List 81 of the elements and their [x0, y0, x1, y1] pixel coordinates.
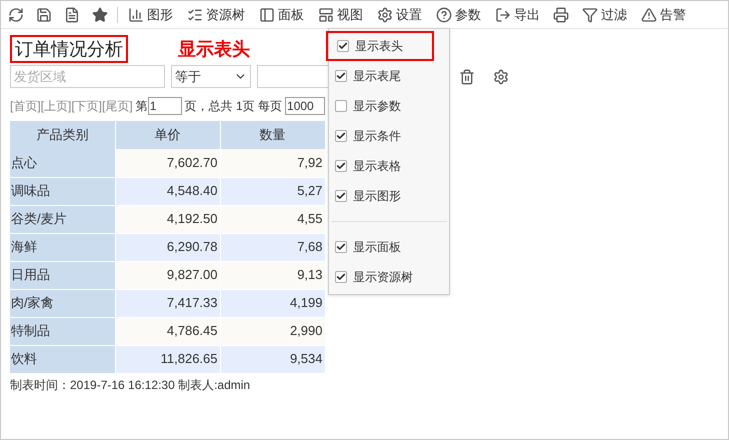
table-cell: 点心	[10, 149, 115, 177]
menu-item[interactable]: 显示参数	[329, 91, 449, 121]
help-icon	[436, 6, 452, 22]
column-header: 产品类别	[10, 121, 115, 149]
table-cell: 海鲜	[10, 233, 115, 261]
column-header: 数量	[220, 121, 325, 149]
menu-item[interactable]: 显示表格	[329, 151, 449, 181]
pager-link[interactable]: [尾页]	[102, 97, 133, 115]
table-cell: 9,13	[220, 261, 325, 289]
column-header: 单价	[115, 121, 220, 149]
table-cell: 调味品	[10, 177, 115, 205]
table-cell: 11,826.65	[115, 345, 220, 373]
delete-icon[interactable]	[459, 68, 475, 84]
toolbar-button[interactable]: 设置	[373, 4, 426, 24]
page-label: 第	[136, 98, 148, 115]
operator-dropdown[interactable]: 等于	[171, 65, 251, 88]
toolbar-button[interactable]: 资源树	[183, 4, 249, 24]
alert-icon	[641, 6, 657, 22]
export-icon	[495, 6, 511, 22]
bar-chart-icon	[128, 6, 144, 22]
checkbox[interactable]	[335, 160, 347, 172]
table-cell: 9,534	[220, 345, 325, 373]
per-page-field[interactable]: 1000	[285, 97, 326, 115]
table-cell: 4,192.50	[115, 205, 220, 233]
panel-icon	[259, 6, 275, 22]
table-cell: 7,92	[220, 149, 325, 177]
table-cell: 谷类/麦片	[10, 205, 115, 233]
toolbar-button[interactable]: 过滤	[578, 4, 631, 24]
menu-item[interactable]: 显示条件	[329, 121, 449, 151]
menu-item[interactable]: 显示表头	[326, 31, 434, 61]
page-total: 页，总共 1页 每页	[184, 98, 282, 115]
checkbox[interactable]	[335, 271, 347, 283]
table-cell: 5,27	[220, 177, 325, 205]
document-icon	[64, 6, 80, 22]
table-cell: 6,290.78	[115, 233, 220, 261]
printer-icon	[553, 6, 569, 22]
table-cell: 4,548.40	[115, 177, 220, 205]
table-cell: 4,55	[220, 205, 325, 233]
page-field[interactable]: 1	[148, 97, 182, 115]
toolbar-button[interactable]: 导出	[491, 4, 544, 24]
table-cell: 2,990	[220, 317, 325, 345]
menu-item[interactable]: 显示面板	[329, 232, 449, 262]
table-cell: 肉/家禽	[10, 289, 115, 317]
annotation: 显示表头	[178, 38, 250, 60]
checkbox[interactable]	[337, 40, 349, 52]
checkbox[interactable]	[335, 130, 347, 142]
checkbox[interactable]	[335, 70, 347, 82]
report-title: 订单情况分析	[10, 35, 128, 63]
layout-icon	[318, 6, 334, 22]
pager-link[interactable]: [上页]	[40, 97, 72, 115]
table-cell: 日用品	[10, 261, 115, 289]
table-cell: 7,417.33	[115, 289, 220, 317]
checklist-icon	[187, 6, 203, 22]
checkbox[interactable]	[335, 241, 347, 253]
checkbox[interactable]	[335, 190, 347, 202]
toolbar-button[interactable]: 参数	[432, 4, 485, 24]
toolbar-button[interactable]: 面板	[255, 4, 308, 24]
refresh-icon	[8, 6, 24, 22]
table-cell: 4,786.45	[115, 317, 220, 345]
table-cell: 7,602.70	[115, 149, 220, 177]
save-icon	[36, 6, 52, 22]
filter-icon	[582, 6, 598, 22]
table-cell: 9,827.00	[115, 261, 220, 289]
settings-icon	[377, 6, 393, 22]
table-cell: 4,199	[220, 289, 325, 317]
menu-item[interactable]: 显示图形	[329, 181, 449, 211]
toolbar-button[interactable]: 图形	[124, 4, 177, 24]
menu-item[interactable]: 显示表尾	[329, 61, 449, 91]
table-cell: 特制品	[10, 317, 115, 345]
menu-item[interactable]: 显示资源树	[329, 262, 449, 292]
filter-field[interactable]: 发货区域	[10, 65, 165, 88]
footer-text: 制表时间：2019-7-16 16:12:30 制表人:admin	[10, 376, 252, 394]
pager-link[interactable]: [下页]	[71, 97, 102, 115]
checkbox[interactable]	[335, 100, 347, 112]
pager-link[interactable]: [首页]	[10, 97, 41, 115]
table-cell: 饮料	[10, 345, 115, 373]
star-icon	[92, 6, 108, 22]
table-cell: 7,68	[220, 233, 325, 261]
toolbar-button[interactable]: 视图	[314, 4, 367, 24]
toolbar-button[interactable]: 告警	[637, 4, 690, 24]
settings-icon[interactable]	[493, 68, 509, 84]
